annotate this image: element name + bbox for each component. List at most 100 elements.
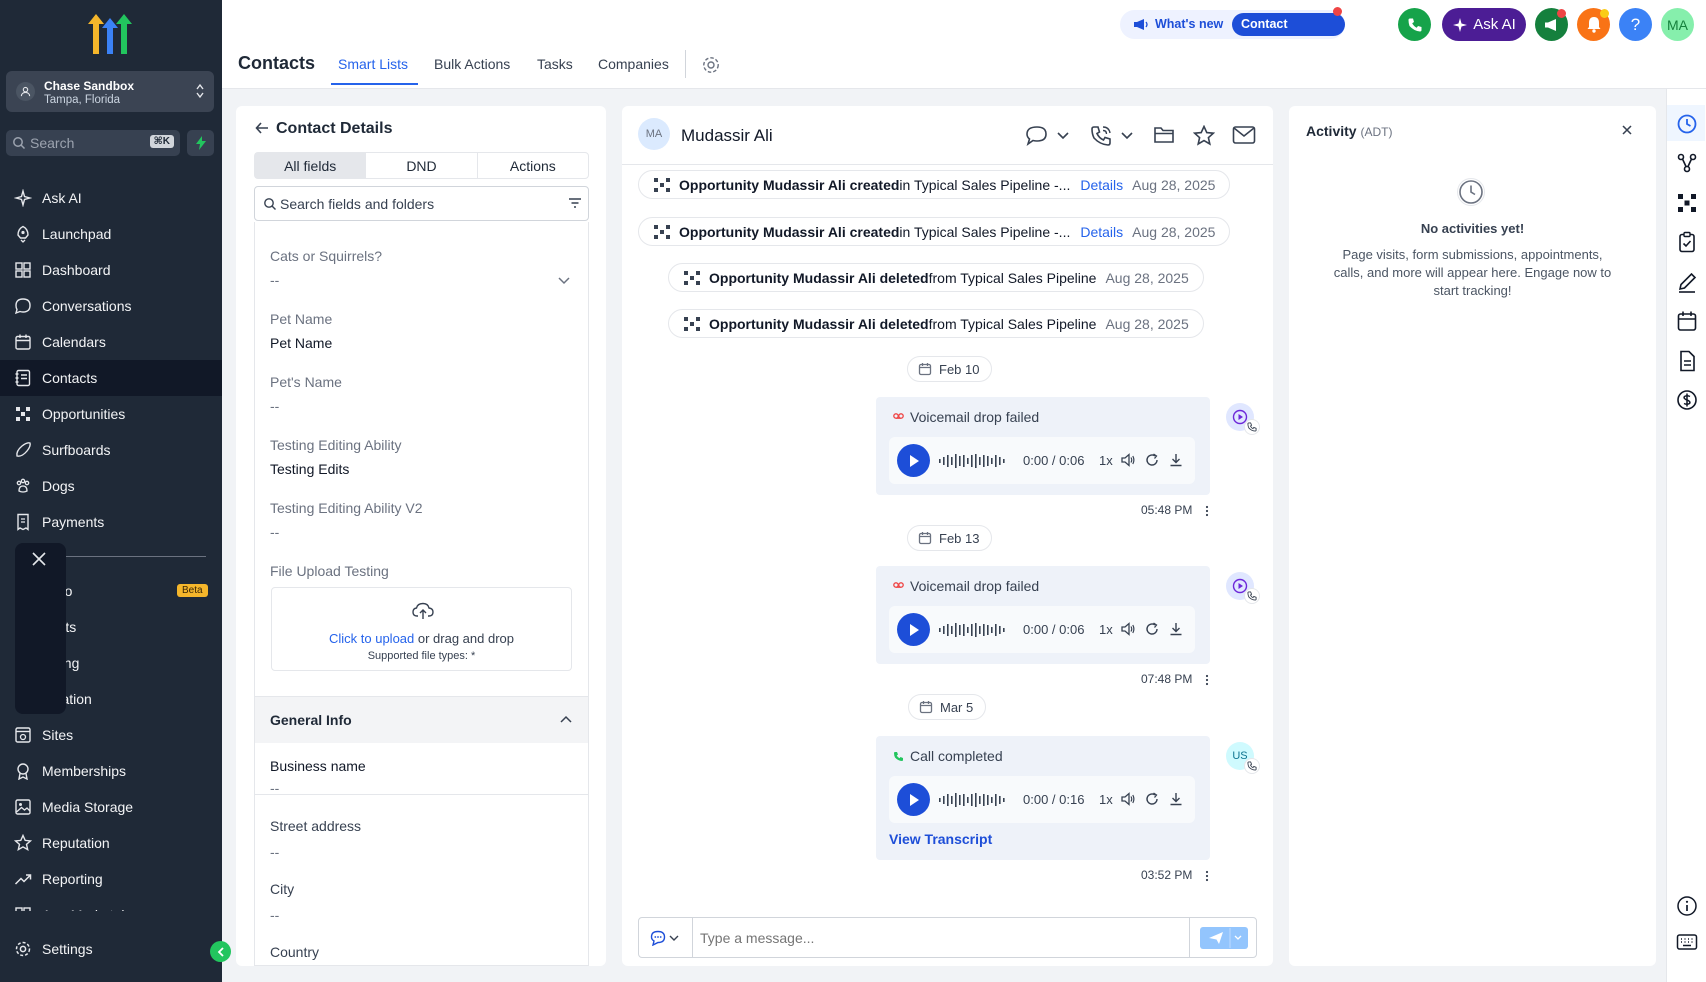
folder-icon[interactable]: [1153, 125, 1175, 145]
sidebar-item-calendars[interactable]: Calendars: [0, 324, 222, 360]
whats-new-pill[interactable]: What's new Contact updates: [1120, 7, 1345, 54]
chevron-down-icon[interactable]: [1121, 132, 1133, 140]
segment-dnd[interactable]: DND: [366, 153, 478, 178]
general-info-header[interactable]: General Info: [255, 697, 588, 743]
chevron-down-icon[interactable]: [558, 277, 570, 285]
view-transcript-link[interactable]: View Transcript: [889, 831, 992, 847]
click-to-upload-link[interactable]: Click to upload: [329, 631, 414, 646]
file-upload-dropzone[interactable]: Click to upload or drag and drop Support…: [271, 587, 572, 671]
volume-icon[interactable]: [1120, 452, 1136, 468]
phone-outline-icon[interactable]: [1090, 125, 1112, 147]
more-options-icon[interactable]: [1205, 674, 1209, 686]
play-button[interactable]: [897, 783, 930, 816]
sidebar-item-dogs[interactable]: Dogs: [0, 468, 222, 504]
sidebar-item-contacts[interactable]: Contacts: [0, 360, 222, 396]
info-icon[interactable]: [1676, 895, 1698, 917]
payments-dollar-icon[interactable]: [1676, 389, 1698, 411]
app-logo[interactable]: [85, 12, 135, 56]
tab-companies[interactable]: Companies: [598, 56, 669, 72]
field-value-city[interactable]: --: [270, 907, 279, 923]
chevron-down-icon[interactable]: [1057, 132, 1069, 140]
replay-icon[interactable]: [1144, 791, 1160, 807]
volume-icon[interactable]: [1120, 621, 1136, 637]
star-icon[interactable]: [1193, 125, 1215, 146]
opportunities-icon[interactable]: [1676, 192, 1698, 214]
activity-clock-icon[interactable]: [1676, 113, 1698, 135]
sidebar-item-app-marketplace[interactable]: App Marketplace: [0, 897, 222, 911]
sidebar-item-reporting[interactable]: Reporting: [0, 861, 222, 897]
sidebar-item-reputation[interactable]: Reputation: [0, 825, 222, 861]
segment-all-fields[interactable]: All fields: [255, 153, 367, 178]
contacts-settings-icon[interactable]: [701, 55, 721, 75]
tab-tasks[interactable]: Tasks: [537, 56, 573, 72]
sidebar-item-settings[interactable]: Settings: [0, 931, 222, 967]
sidebar-item-conversations[interactable]: Conversations: [0, 288, 222, 324]
download-icon[interactable]: [1168, 621, 1184, 637]
contact-updates-button[interactable]: Contact updates: [1232, 13, 1345, 54]
playback-speed[interactable]: 1x: [1099, 622, 1113, 637]
account-switcher[interactable]: Chase Sandbox Tampa, Florida: [6, 71, 214, 112]
workflow-icon[interactable]: [1676, 152, 1698, 174]
tab-smart-lists[interactable]: Smart Lists: [338, 56, 408, 72]
field-value-testing-editing-ability-v2[interactable]: --: [270, 524, 279, 540]
announcements-button[interactable]: [1535, 8, 1568, 41]
field-value-pets-name[interactable]: --: [270, 398, 279, 414]
notifications-button[interactable]: [1577, 8, 1610, 41]
sidebar-item-surfboards[interactable]: Surfboards: [0, 432, 222, 468]
replay-icon[interactable]: [1144, 452, 1160, 468]
channel-selector[interactable]: [650, 930, 680, 946]
sidebar-item-dashboard[interactable]: Dashboard: [0, 252, 222, 288]
contact-name: Mudassir Ali: [681, 126, 773, 145]
field-value-testing-editing-ability[interactable]: Testing Edits: [270, 461, 349, 477]
date-separator: Mar 5: [908, 694, 987, 720]
more-options-icon[interactable]: [1205, 870, 1209, 882]
replay-icon[interactable]: [1144, 621, 1160, 637]
field-value-pet-name[interactable]: Pet Name: [270, 335, 332, 351]
tab-bulk-actions[interactable]: Bulk Actions: [434, 56, 510, 72]
sidebar-search[interactable]: Search ⌘K: [6, 130, 180, 156]
back-arrow-icon[interactable]: [255, 121, 269, 135]
field-value-cats-or-squirrels[interactable]: --: [270, 272, 279, 288]
event-details-link[interactable]: Details: [1080, 224, 1123, 240]
chat-bubble-icon[interactable]: [1025, 125, 1049, 147]
ask-ai-button[interactable]: Ask AI: [1442, 8, 1526, 41]
volume-icon[interactable]: [1120, 791, 1136, 807]
close-icon[interactable]: [1621, 124, 1633, 136]
tasks-clipboard-icon[interactable]: [1676, 231, 1698, 253]
event-details-link[interactable]: Details: [1080, 177, 1123, 193]
keyboard-icon[interactable]: [1676, 933, 1698, 951]
play-button[interactable]: [897, 444, 930, 477]
download-icon[interactable]: [1168, 452, 1184, 468]
quick-action-button[interactable]: [187, 130, 214, 156]
playback-speed[interactable]: 1x: [1099, 453, 1113, 468]
download-icon[interactable]: [1168, 791, 1184, 807]
user-avatar[interactable]: MA: [1661, 8, 1694, 41]
field-value-business-name[interactable]: --: [270, 780, 279, 796]
more-options-icon[interactable]: [1205, 505, 1209, 517]
playback-speed[interactable]: 1x: [1099, 792, 1113, 807]
phone-badge-icon: [1244, 758, 1260, 774]
phone-button[interactable]: [1398, 8, 1431, 41]
help-button[interactable]: ?: [1619, 8, 1652, 41]
calendar-icon[interactable]: [1676, 310, 1698, 332]
message-input[interactable]: [693, 919, 1188, 956]
close-icon[interactable]: [31, 551, 47, 567]
notes-pen-icon[interactable]: [1676, 271, 1698, 293]
sidebar-item-launchpad[interactable]: Launchpad: [0, 216, 222, 252]
sidebar-collapse-button[interactable]: [210, 941, 231, 962]
mail-icon[interactable]: [1232, 125, 1256, 145]
field-value-street-address[interactable]: --: [270, 844, 279, 860]
document-icon[interactable]: [1676, 350, 1698, 372]
sidebar-item-payments[interactable]: Payments: [0, 504, 222, 540]
send-button[interactable]: [1200, 927, 1248, 949]
sidebar-item-label: Payments: [42, 514, 105, 530]
segment-actions[interactable]: Actions: [478, 153, 588, 178]
sidebar-item-memberships[interactable]: Memberships: [0, 753, 222, 789]
play-button[interactable]: [897, 613, 930, 646]
sidebar-item-sites[interactable]: Sites: [0, 717, 222, 753]
filter-icon[interactable]: [568, 197, 582, 209]
sidebar-item-ask-ai[interactable]: Ask AI: [0, 180, 222, 216]
fields-search-input[interactable]: Search fields and folders: [254, 186, 589, 221]
sidebar-item-media-storage[interactable]: Media Storage: [0, 789, 222, 825]
sidebar-item-opportunities[interactable]: Opportunities: [0, 396, 222, 432]
